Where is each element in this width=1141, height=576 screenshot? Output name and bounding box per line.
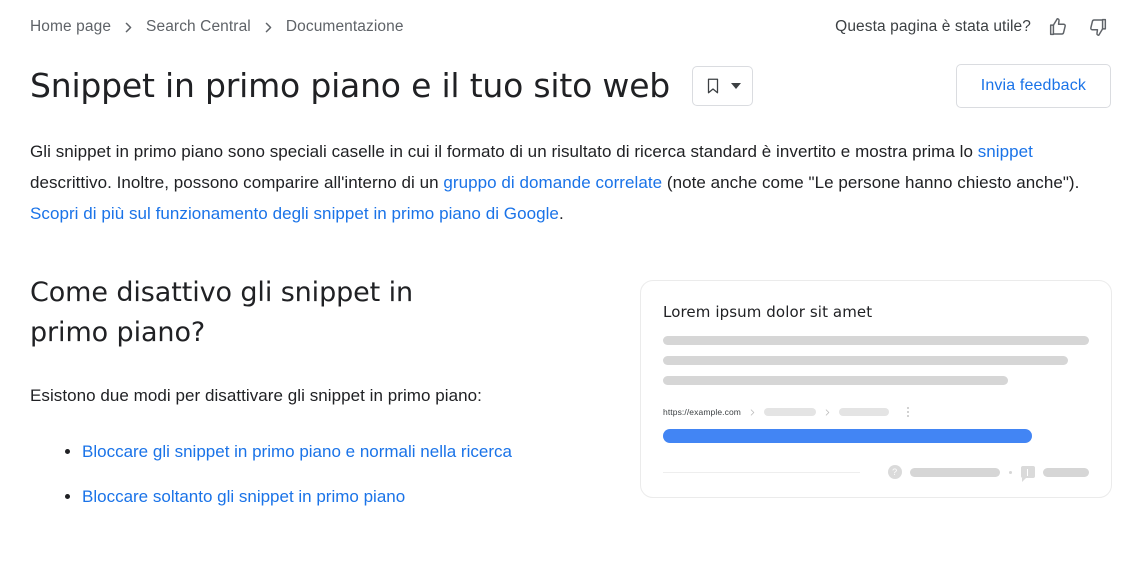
link-gruppo-domande-correlate[interactable]: gruppo di domande correlate [443,173,662,192]
placeholder-bar [663,336,1089,345]
placeholder-bar [663,376,1009,385]
bookmark-button[interactable] [692,66,754,106]
link-bloccare-snippet-normali[interactable]: Bloccare gli snippet in primo piano e no… [82,442,512,461]
chevron-right-icon [749,408,756,416]
breadcrumb-item-home-page[interactable]: Home page [30,18,111,36]
link-bloccare-soltanto-snippet[interactable]: Bloccare soltanto gli snippet in primo p… [82,487,405,506]
serp-url-text: https://example.com [663,407,741,417]
footer-placeholder-pill [909,467,1000,477]
dot-separator [1008,470,1012,474]
thumb-down-icon [1087,16,1109,38]
chevron-right-icon [123,22,134,33]
flag-mark [1026,468,1029,476]
method-link-list: Bloccare gli snippet in primo piano e no… [30,437,605,511]
question-mark-icon: ? [887,465,902,479]
helpful-question-label: Questa pagina è stata utile? [835,18,1031,35]
bookmark-icon [704,77,722,95]
chevron-right-icon [824,408,831,416]
left-column: Come disattivo gli snippet in primo pian… [30,273,605,527]
page-feedback-widget: Questa pagina è stata utile? [835,14,1111,40]
send-feedback-button[interactable]: Invia feedback [955,64,1111,108]
placeholder-bar [663,356,1068,365]
list-item: Bloccare gli snippet in primo piano e no… [65,437,542,466]
thumb-up-button[interactable] [1045,14,1071,40]
link-snippet[interactable]: snippet [978,142,1033,161]
highlighted-snippet-bar [663,429,1032,443]
more-vertical-icon[interactable] [906,407,909,417]
url-placeholder-pill [838,408,889,416]
title-row: Snippet in primo piano e il tuo sito web… [30,58,1111,114]
kebab-dot [906,415,909,417]
serp-url-row: https://example.com [663,407,1089,417]
url-placeholder-pill [763,408,816,416]
breadcrumb: Home page Search Central Documentazione [30,18,404,36]
top-bar: Home page Search Central Documentazione … [30,0,1111,44]
serp-illustration-card: Lorem ipsum dolor sit amet https://examp… [640,280,1112,498]
page-title: Snippet in primo piano e il tuo sito web [30,66,671,106]
right-column: Lorem ipsum dolor sit amet https://examp… [605,273,1112,527]
list-item: Bloccare soltanto gli snippet in primo p… [65,482,542,511]
body-columns: Come disattivo gli snippet in primo pian… [30,273,1112,527]
footer-divider [663,471,860,473]
flag-icon [1020,466,1035,482]
chevron-right-icon [263,22,274,33]
intro-text-3: (note anche come "Le persone hanno chies… [662,173,1080,192]
intro-text-4: . [558,204,564,223]
serp-card-title: Lorem ipsum dolor sit amet [663,303,873,321]
thumb-up-icon [1047,16,1069,38]
documentation-page: Home page Search Central Documentazione … [0,0,1141,576]
thumb-down-button[interactable] [1085,14,1111,40]
section-heading: Come disattivo gli snippet in primo pian… [30,277,414,348]
caret-down-icon [731,83,742,89]
link-scopri-di-piu[interactable]: Scopri di più sul funzionamento degli sn… [30,204,559,223]
intro-paragraph: Gli snippet in primo piano sono speciali… [30,136,1095,229]
breadcrumb-item-search-central[interactable]: Search Central [146,18,251,36]
section-paragraph: Esistono due modi per disattivare gli sn… [30,386,482,405]
intro-text-1: Gli snippet in primo piano sono speciali… [30,142,978,161]
serp-card-footer: ? [663,465,1089,482]
intro-text-2: descrittivo. Inoltre, possono comparire … [30,173,444,192]
footer-placeholder-pill [1042,467,1089,477]
breadcrumb-item-documentazione[interactable]: Documentazione [286,18,404,36]
kebab-dot [906,411,909,413]
kebab-dot [906,407,909,409]
